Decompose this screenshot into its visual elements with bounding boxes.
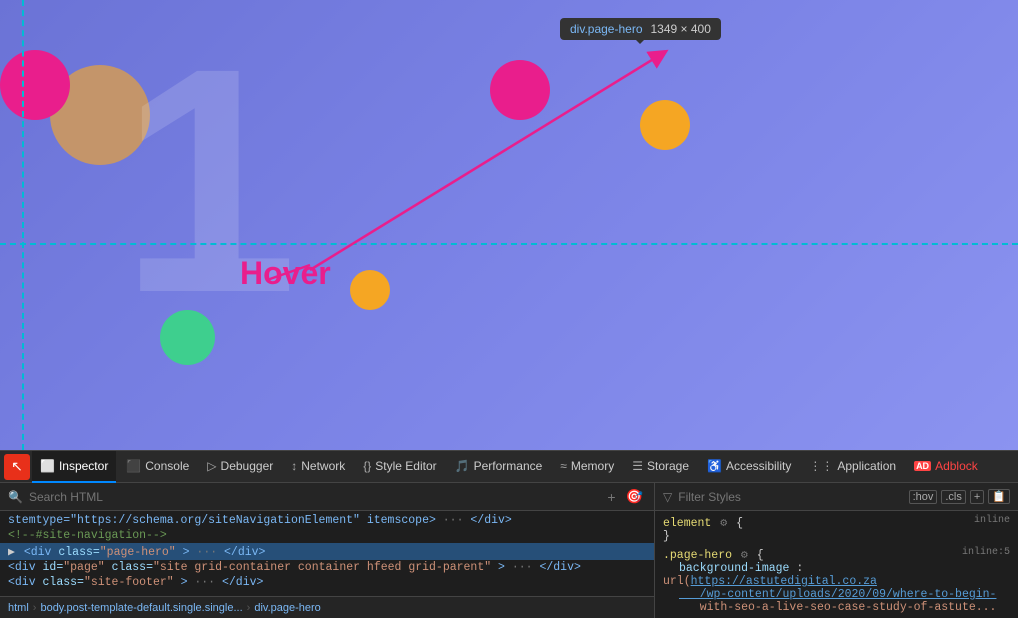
style-value: url( bbox=[663, 575, 691, 588]
console-icon: ⬛ bbox=[126, 459, 141, 473]
tab-debugger-label: Debugger bbox=[221, 459, 274, 473]
tab-debugger[interactable]: ▷ Debugger bbox=[199, 451, 281, 483]
tab-inspector[interactable]: ⬜ Inspector bbox=[32, 451, 116, 483]
tab-network[interactable]: ↕ Network bbox=[283, 451, 353, 483]
html-panel: 🔍 + 🎯 stemtype="https://schema.org/siteN… bbox=[0, 483, 655, 618]
breadcrumb-body[interactable]: body.post-template-default.single.single… bbox=[40, 602, 242, 614]
cursor-icon: ↖ bbox=[11, 458, 23, 475]
adblock-icon: AD bbox=[914, 461, 931, 471]
storage-icon: ☰ bbox=[632, 459, 643, 473]
html-search-actions: + 🎯 bbox=[604, 488, 646, 505]
tab-memory[interactable]: ≈ Memory bbox=[552, 451, 622, 483]
style-link[interactable]: https://astutedigital.co.za bbox=[691, 575, 877, 588]
selection-highlight-v bbox=[22, 0, 24, 450]
inspector-icon: ⬜ bbox=[40, 459, 55, 473]
html-search-input[interactable] bbox=[29, 490, 598, 504]
html-line[interactable]: <div class="site-footer" > ··· </div> bbox=[0, 575, 654, 590]
tab-performance[interactable]: 🎵 Performance bbox=[447, 451, 551, 483]
style-rule-element: element ⚙ { inline } bbox=[663, 515, 1010, 543]
devtools-toolbar: ↖ ⬜ Inspector ⬛ Console ▷ Debugger ↕ Net… bbox=[0, 451, 1018, 483]
filter-icon: ▽ bbox=[663, 490, 672, 504]
decorative-circle bbox=[350, 270, 390, 310]
decorative-circle bbox=[0, 50, 70, 120]
tab-application[interactable]: ⋮⋮ Application bbox=[801, 451, 904, 483]
tab-style-editor-label: Style Editor bbox=[375, 459, 436, 473]
tooltip-dimensions: 1349 × 400 bbox=[651, 22, 711, 36]
number-watermark: 1 bbox=[120, 20, 298, 340]
debugger-icon: ▷ bbox=[207, 459, 216, 473]
styles-panel: ▽ :hov .cls + 📋 element ⚙ { inline bbox=[655, 483, 1018, 618]
style-origin-inline5: inline:5 bbox=[962, 547, 1010, 558]
decorative-circle bbox=[640, 100, 690, 150]
breadcrumb-html[interactable]: html bbox=[8, 602, 29, 614]
element-picker-button[interactable]: ↖ bbox=[4, 454, 30, 480]
tab-accessibility[interactable]: ♿ Accessibility bbox=[699, 451, 799, 483]
html-search-bar: 🔍 + 🎯 bbox=[0, 483, 654, 511]
page-preview: 1 div.page-hero 1349 × 400 Hover bbox=[0, 0, 1018, 450]
style-property: background-image bbox=[679, 562, 789, 575]
tab-storage[interactable]: ☰ Storage bbox=[624, 451, 697, 483]
add-style-button[interactable]: + bbox=[970, 490, 984, 504]
selection-highlight-h bbox=[0, 243, 1018, 245]
tab-application-label: Application bbox=[837, 459, 896, 473]
html-line[interactable]: <div id="page" class="site grid-containe… bbox=[0, 560, 654, 575]
html-line-selected[interactable]: ▶ <div class="page-hero" > ··· </div> bbox=[0, 543, 654, 560]
style-editor-icon: {} bbox=[363, 459, 371, 473]
application-icon: ⋮⋮ bbox=[809, 459, 833, 473]
html-line[interactable]: <!--#site-navigation--> bbox=[0, 528, 654, 543]
style-rule-page-hero: .page-hero ⚙ { inline:5 background-image… bbox=[663, 547, 1010, 614]
tab-style-editor[interactable]: {} Style Editor bbox=[355, 451, 444, 483]
html-tree: stemtype="https://schema.org/siteNavigat… bbox=[0, 511, 654, 596]
hov-button[interactable]: :hov bbox=[909, 490, 938, 504]
html-breadcrumb: html › body.post-template-default.single… bbox=[0, 596, 654, 618]
styles-filter-input[interactable] bbox=[678, 490, 902, 504]
tab-accessibility-label: Accessibility bbox=[726, 459, 791, 473]
tab-inspector-label: Inspector bbox=[59, 459, 108, 473]
add-node-button[interactable]: + bbox=[604, 489, 618, 505]
style-selector-page-hero: .page-hero bbox=[663, 549, 732, 562]
gear-icon[interactable]: ⚙ bbox=[741, 549, 748, 562]
search-icon: 🔍 bbox=[8, 490, 23, 504]
pick-element-button[interactable]: 🎯 bbox=[623, 488, 646, 505]
devtools-panel: ↖ ⬜ Inspector ⬛ Console ▷ Debugger ↕ Net… bbox=[0, 450, 1018, 618]
devtools-content: 🔍 + 🎯 stemtype="https://schema.org/siteN… bbox=[0, 483, 1018, 618]
performance-icon: 🎵 bbox=[455, 459, 470, 473]
tab-adblock[interactable]: AD Adblock bbox=[906, 451, 986, 483]
tab-performance-label: Performance bbox=[474, 459, 543, 473]
element-tooltip: div.page-hero 1349 × 400 bbox=[560, 18, 721, 40]
breadcrumb-div[interactable]: div.page-hero bbox=[254, 602, 320, 614]
style-link-path[interactable]: /wp-content/uploads/2020/09/where-to-beg… bbox=[679, 588, 996, 601]
gear-icon[interactable]: ⚙ bbox=[720, 517, 727, 530]
cls-button[interactable]: .cls bbox=[941, 490, 966, 504]
styles-actions: :hov .cls + 📋 bbox=[909, 489, 1010, 504]
styles-filter-bar: ▽ :hov .cls + 📋 bbox=[655, 483, 1018, 511]
tooltip-element-name: div.page-hero bbox=[570, 22, 643, 36]
tab-adblock-label: Adblock bbox=[935, 459, 978, 473]
tab-network-label: Network bbox=[301, 459, 345, 473]
comment-text: <!--#site-navigation--> bbox=[8, 529, 167, 542]
memory-icon: ≈ bbox=[560, 459, 567, 473]
accessibility-icon: ♿ bbox=[707, 459, 722, 473]
tab-console[interactable]: ⬛ Console bbox=[118, 451, 197, 483]
expand-triangle: ▶ bbox=[8, 544, 15, 559]
hover-annotation: Hover bbox=[240, 255, 331, 292]
style-value-continued: with-seo-a-live-seo-case-study-of-astute… bbox=[679, 601, 996, 614]
tab-console-label: Console bbox=[145, 459, 189, 473]
tab-memory-label: Memory bbox=[571, 459, 614, 473]
decorative-circle bbox=[490, 60, 550, 120]
tab-storage-label: Storage bbox=[647, 459, 689, 473]
tag-text: stemtype="https://schema.org/siteNavigat… bbox=[8, 514, 436, 527]
network-icon: ↕ bbox=[291, 459, 297, 473]
html-line[interactable]: stemtype="https://schema.org/siteNavigat… bbox=[0, 513, 654, 528]
copy-styles-button[interactable]: 📋 bbox=[988, 489, 1010, 504]
style-origin: inline bbox=[974, 515, 1010, 526]
styles-content: element ⚙ { inline } .page-hero ⚙ { inli… bbox=[655, 511, 1018, 618]
style-selector: element bbox=[663, 517, 711, 530]
